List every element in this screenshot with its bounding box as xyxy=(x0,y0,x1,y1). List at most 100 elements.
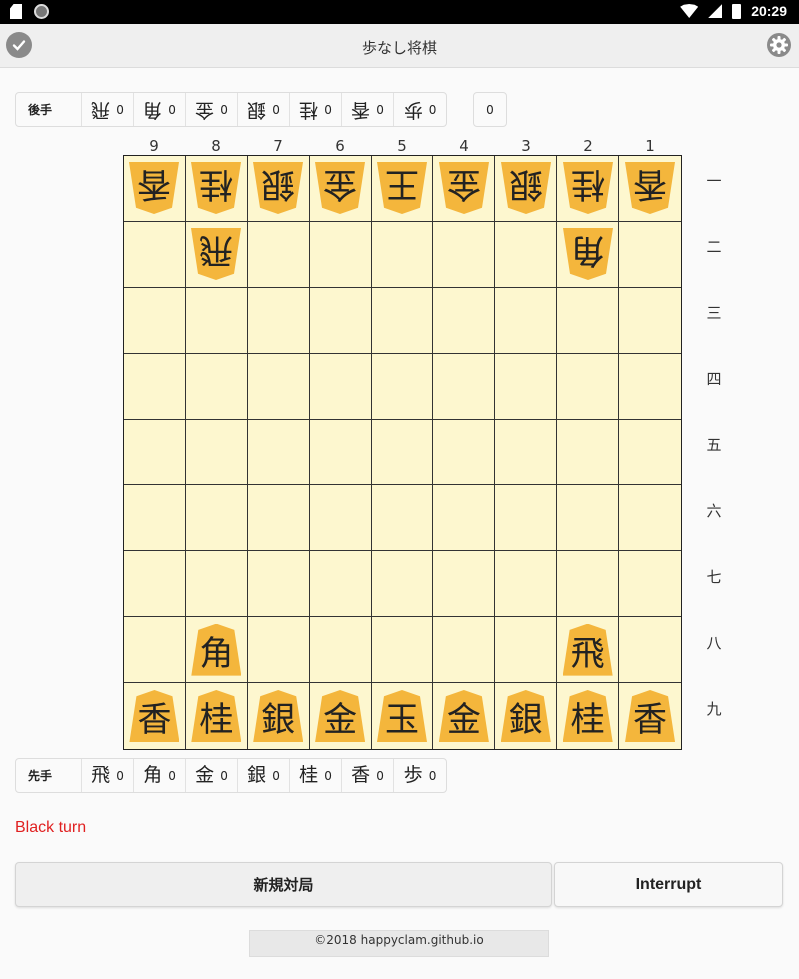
board-square[interactable] xyxy=(619,485,681,552)
board-square[interactable]: 銀 xyxy=(495,683,558,749)
board-square[interactable] xyxy=(124,353,186,420)
board-square[interactable]: 飛 xyxy=(185,221,248,288)
gote-piece[interactable]: 桂 xyxy=(191,162,241,214)
board-square[interactable] xyxy=(185,485,248,552)
board-square[interactable] xyxy=(247,617,310,684)
board-square[interactable] xyxy=(371,419,434,486)
sente-piece[interactable]: 銀 xyxy=(253,690,304,743)
gote-piece[interactable]: 桂 xyxy=(563,162,613,214)
board-square[interactable] xyxy=(185,353,248,420)
board-square[interactable] xyxy=(124,551,186,618)
board-square[interactable] xyxy=(433,551,496,618)
board-square[interactable] xyxy=(557,485,620,552)
board-square[interactable]: 銀 xyxy=(495,156,558,222)
board-square[interactable] xyxy=(371,551,434,618)
hand-item[interactable]: 角0 xyxy=(134,759,186,792)
board-square[interactable]: 銀 xyxy=(248,683,310,749)
board-square[interactable] xyxy=(495,287,558,354)
board-square[interactable] xyxy=(433,617,496,684)
board-square[interactable] xyxy=(247,287,310,354)
sente-piece[interactable]: 角 xyxy=(191,623,242,676)
new-game-button[interactable]: 新規対局 xyxy=(15,862,552,907)
board-square[interactable] xyxy=(247,485,310,552)
board-square[interactable]: 飛 xyxy=(557,617,620,684)
board-square[interactable] xyxy=(433,353,496,420)
board-square[interactable] xyxy=(124,419,186,486)
gote-piece[interactable]: 角 xyxy=(563,228,613,280)
board-square[interactable] xyxy=(309,485,372,552)
board-square[interactable] xyxy=(124,485,186,552)
sente-piece[interactable]: 桂 xyxy=(191,690,242,743)
board-square[interactable] xyxy=(619,354,681,420)
board-square[interactable]: 角 xyxy=(557,221,620,288)
hand-item[interactable]: 角0 xyxy=(134,93,186,126)
board-square[interactable] xyxy=(309,617,372,684)
board-square[interactable]: 角 xyxy=(185,617,248,684)
board-square[interactable] xyxy=(619,288,681,354)
board-square[interactable]: 桂 xyxy=(186,683,248,749)
board-square[interactable]: 桂 xyxy=(557,156,620,222)
board-square[interactable] xyxy=(371,353,434,420)
board-square[interactable] xyxy=(309,353,372,420)
hand-item[interactable]: 香0 xyxy=(342,759,394,792)
board-square[interactable] xyxy=(185,287,248,354)
hand-item[interactable]: 銀0 xyxy=(238,759,290,792)
sente-piece[interactable]: 桂 xyxy=(562,690,613,743)
board-square[interactable]: 香 xyxy=(124,683,186,749)
board-square[interactable] xyxy=(557,287,620,354)
hand-item[interactable]: 金0 xyxy=(186,759,238,792)
board-square[interactable]: 玉 xyxy=(372,683,434,749)
board-square[interactable] xyxy=(433,485,496,552)
board-square[interactable] xyxy=(557,353,620,420)
board-square[interactable] xyxy=(371,287,434,354)
board-square[interactable] xyxy=(619,551,681,618)
board-square[interactable]: 王 xyxy=(371,156,434,222)
hand-item[interactable]: 飛0 xyxy=(82,93,134,126)
board-square[interactable] xyxy=(371,221,434,288)
gote-piece[interactable]: 金 xyxy=(439,162,489,214)
board-square[interactable] xyxy=(124,617,186,684)
board-square[interactable] xyxy=(371,485,434,552)
gote-piece[interactable]: 飛 xyxy=(191,228,241,280)
board-square[interactable]: 香 xyxy=(619,156,681,222)
board-square[interactable] xyxy=(124,287,186,354)
board-square[interactable] xyxy=(309,419,372,486)
interrupt-button[interactable]: Interrupt xyxy=(554,862,783,907)
board-square[interactable] xyxy=(495,419,558,486)
board-square[interactable] xyxy=(495,485,558,552)
board-square[interactable]: 金 xyxy=(433,683,496,749)
gote-piece[interactable]: 金 xyxy=(315,162,365,214)
hand-item[interactable]: 歩0 xyxy=(394,93,446,126)
sente-piece[interactable]: 香 xyxy=(625,690,676,743)
hand-item[interactable]: 桂0 xyxy=(290,93,342,126)
hand-item[interactable]: 桂0 xyxy=(290,759,342,792)
hand-item[interactable]: 歩0 xyxy=(394,759,446,792)
board-square[interactable] xyxy=(619,222,681,288)
gote-piece[interactable]: 銀 xyxy=(253,162,303,214)
board-square[interactable] xyxy=(247,419,310,486)
hand-item[interactable]: 飛0 xyxy=(82,759,134,792)
board-square[interactable] xyxy=(371,617,434,684)
board-square[interactable] xyxy=(495,221,558,288)
board-square[interactable]: 香 xyxy=(124,156,186,222)
board-square[interactable]: 銀 xyxy=(247,156,310,222)
gear-icon[interactable] xyxy=(766,32,792,58)
board-square[interactable]: 金 xyxy=(433,156,496,222)
board-square[interactable] xyxy=(619,617,681,684)
board-square[interactable] xyxy=(495,551,558,618)
board-square[interactable]: 桂 xyxy=(557,683,620,749)
board-square[interactable] xyxy=(619,420,681,486)
board-square[interactable] xyxy=(309,551,372,618)
gote-piece[interactable]: 銀 xyxy=(501,162,551,214)
board-square[interactable] xyxy=(433,419,496,486)
hand-item[interactable]: 金0 xyxy=(186,93,238,126)
board-square[interactable] xyxy=(247,551,310,618)
board-square[interactable] xyxy=(309,287,372,354)
board-square[interactable] xyxy=(185,551,248,618)
board-square[interactable] xyxy=(185,419,248,486)
board-square[interactable]: 香 xyxy=(619,683,681,749)
board-square[interactable] xyxy=(557,419,620,486)
board-square[interactable]: 金 xyxy=(309,156,372,222)
board-square[interactable] xyxy=(124,221,186,288)
board-square[interactable] xyxy=(557,551,620,618)
